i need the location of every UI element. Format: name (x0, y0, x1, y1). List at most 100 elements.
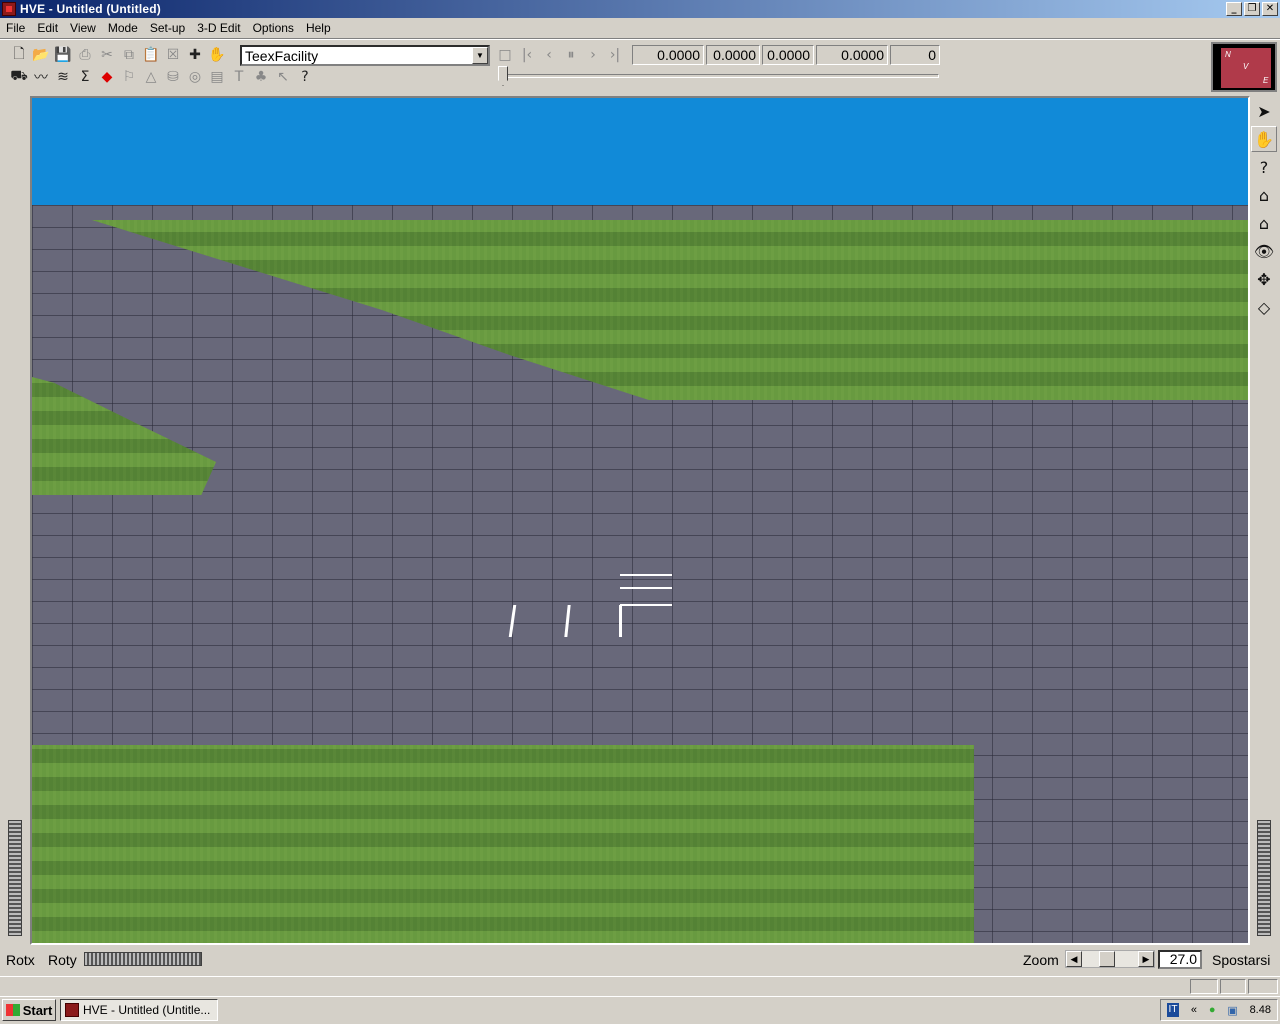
system-tray: IT « ● ▣ 8.48 (1160, 999, 1278, 1021)
roty-horizontal-wheel[interactable] (84, 952, 202, 966)
compass-e: E (1263, 76, 1269, 85)
readout-3: 0.0000 (762, 45, 814, 65)
left-panel (0, 96, 30, 945)
menu-setup[interactable]: Set-up (144, 21, 191, 35)
sigma-icon[interactable]: Σ (74, 66, 96, 88)
set-home-icon[interactable]: ⌂ (1251, 210, 1277, 236)
task-label: HVE - Untitled (Untitle... (83, 1003, 211, 1017)
t-tool-icon[interactable]: T (228, 66, 250, 88)
menu-view[interactable]: View (64, 21, 102, 35)
zoom-left-arrow-icon[interactable]: ◀ (1066, 951, 1082, 967)
compass-widget[interactable]: N V E (1211, 42, 1277, 92)
add-icon[interactable]: ✚ (184, 44, 206, 66)
lane-marking (620, 587, 672, 589)
wheel-icon[interactable]: ◎ (184, 66, 206, 88)
compass-v: V (1243, 62, 1249, 71)
title-bar: HVE - Untitled (Untitled) _ ❐ ✕ (0, 0, 1280, 18)
network-user-icon[interactable]: ● (1209, 1004, 1216, 1016)
perspective-icon[interactable]: ◇ (1251, 294, 1277, 320)
save-icon[interactable]: 💾 (52, 44, 74, 66)
lane-marking (620, 604, 672, 606)
chevron-down-icon[interactable]: ▼ (472, 47, 488, 64)
zoom-value-field[interactable]: 27.0 (1158, 950, 1202, 969)
terrain-icon[interactable]: ≋ (52, 66, 74, 88)
timeline-slider-thumb[interactable] (498, 66, 508, 86)
taskbar: Start HVE - Untitled (Untitle... IT « ● … (0, 996, 1280, 1024)
cut-icon[interactable]: ✂ (96, 44, 118, 66)
window-title: HVE - Untitled (Untitled) (20, 2, 161, 16)
object-select-value: TeexFacility (245, 47, 319, 64)
pavement-ground (32, 205, 1248, 943)
menu-3d-edit[interactable]: 3-D Edit (191, 21, 246, 35)
view-eye-icon[interactable]: 👁 (1251, 238, 1277, 264)
status-bar (0, 976, 1280, 994)
menu-help[interactable]: Help (300, 21, 337, 35)
flag-icon[interactable]: ⚐ (118, 66, 140, 88)
close-button[interactable]: ✕ (1262, 2, 1278, 16)
toolbar: 🗋 📂 💾 ⎙ ✂ ⧉ 📋 ☒ ✚ ✋ TeexFacility ▼ □ |‹ … (0, 42, 1210, 94)
zoom-label: Zoom (1023, 952, 1059, 968)
step-forward-icon[interactable]: › (582, 44, 604, 66)
cone-icon[interactable]: △ (140, 66, 162, 88)
tray-expand-icon[interactable]: « (1191, 1004, 1197, 1016)
menu-bar: File Edit View Mode Set-up 3-D Edit Opti… (0, 18, 1280, 38)
arrow-tool-icon[interactable]: ↖ (272, 66, 294, 88)
new-file-icon[interactable]: 🗋 (8, 44, 30, 66)
print-icon[interactable]: ⎙ (74, 44, 96, 66)
pause-icon[interactable]: ⏸ (560, 44, 582, 66)
step-back-icon[interactable]: ‹ (538, 44, 560, 66)
box-icon[interactable]: ▤ (206, 66, 228, 88)
home-icon[interactable]: ⌂ (1251, 182, 1277, 208)
compass-n: N (1225, 50, 1231, 59)
stop-icon[interactable]: □ (494, 44, 516, 66)
zoom-thumb[interactable] (1099, 951, 1115, 967)
hand-icon[interactable]: ✋ (206, 44, 228, 66)
status-cell (1220, 979, 1246, 994)
minimize-button[interactable]: _ (1226, 2, 1242, 16)
help-tool-icon[interactable]: ? (1251, 154, 1277, 180)
object-select[interactable]: TeexFacility ▼ (240, 45, 490, 66)
copy-icon[interactable]: ⧉ (118, 44, 140, 66)
windows-logo-icon (5, 1004, 20, 1016)
delete-icon[interactable]: ☒ (162, 44, 184, 66)
app-icon[interactable] (2, 2, 16, 16)
zoom-right-arrow-icon[interactable]: ▶ (1138, 951, 1154, 967)
spostarsi-label: Spostarsi (1212, 952, 1271, 968)
lane-marking (619, 605, 622, 637)
dolly-vertical-wheel[interactable] (1257, 820, 1271, 936)
status-cell (1248, 979, 1278, 994)
skip-start-icon[interactable]: |‹ (516, 44, 538, 66)
app-icon (65, 1003, 79, 1017)
menu-edit[interactable]: Edit (31, 21, 64, 35)
help-icon[interactable]: ? (294, 66, 316, 88)
cylinder-icon[interactable]: ⛁ (162, 66, 184, 88)
task-button-hve[interactable]: HVE - Untitled (Untitle... (60, 999, 218, 1021)
pointer-tool-icon[interactable]: ➤ (1251, 98, 1277, 124)
readout-5: 0 (890, 45, 940, 65)
language-indicator[interactable]: IT (1167, 1003, 1179, 1017)
restore-button[interactable]: ❐ (1244, 2, 1260, 16)
right-tool-palette: ➤ ✋ ? ⌂ ⌂ 👁 ✥ ◇ (1250, 96, 1280, 945)
move-crosshair-icon[interactable]: ✥ (1251, 266, 1277, 292)
rotx-vertical-wheel[interactable] (8, 820, 22, 936)
3d-viewport[interactable] (30, 96, 1250, 945)
roty-label: Roty (48, 952, 77, 968)
skip-end-icon[interactable]: ›| (604, 44, 626, 66)
menu-options[interactable]: Options (247, 21, 300, 35)
path-icon[interactable]: 〰 (30, 66, 52, 88)
pan-hand-icon[interactable]: ✋ (1251, 126, 1277, 152)
menu-mode[interactable]: Mode (102, 21, 144, 35)
start-button[interactable]: Start (2, 999, 56, 1021)
zoom-scrollbar[interactable]: ◀ ▶ (1065, 950, 1155, 968)
tree-icon[interactable]: ♣ (250, 66, 272, 88)
open-folder-icon[interactable]: 📂 (30, 44, 52, 66)
status-cell (1190, 979, 1218, 994)
paste-icon[interactable]: 📋 (140, 44, 162, 66)
timeline-slider-track[interactable] (502, 74, 939, 78)
menu-file[interactable]: File (0, 21, 31, 35)
monitor-icon[interactable]: ▣ (1227, 1004, 1237, 1017)
red-arrows-icon[interactable]: ◆ (96, 66, 118, 88)
vehicle-icon[interactable]: ⛟ (8, 66, 30, 88)
lane-marking (620, 574, 672, 576)
grass-area-bottom (32, 745, 974, 943)
